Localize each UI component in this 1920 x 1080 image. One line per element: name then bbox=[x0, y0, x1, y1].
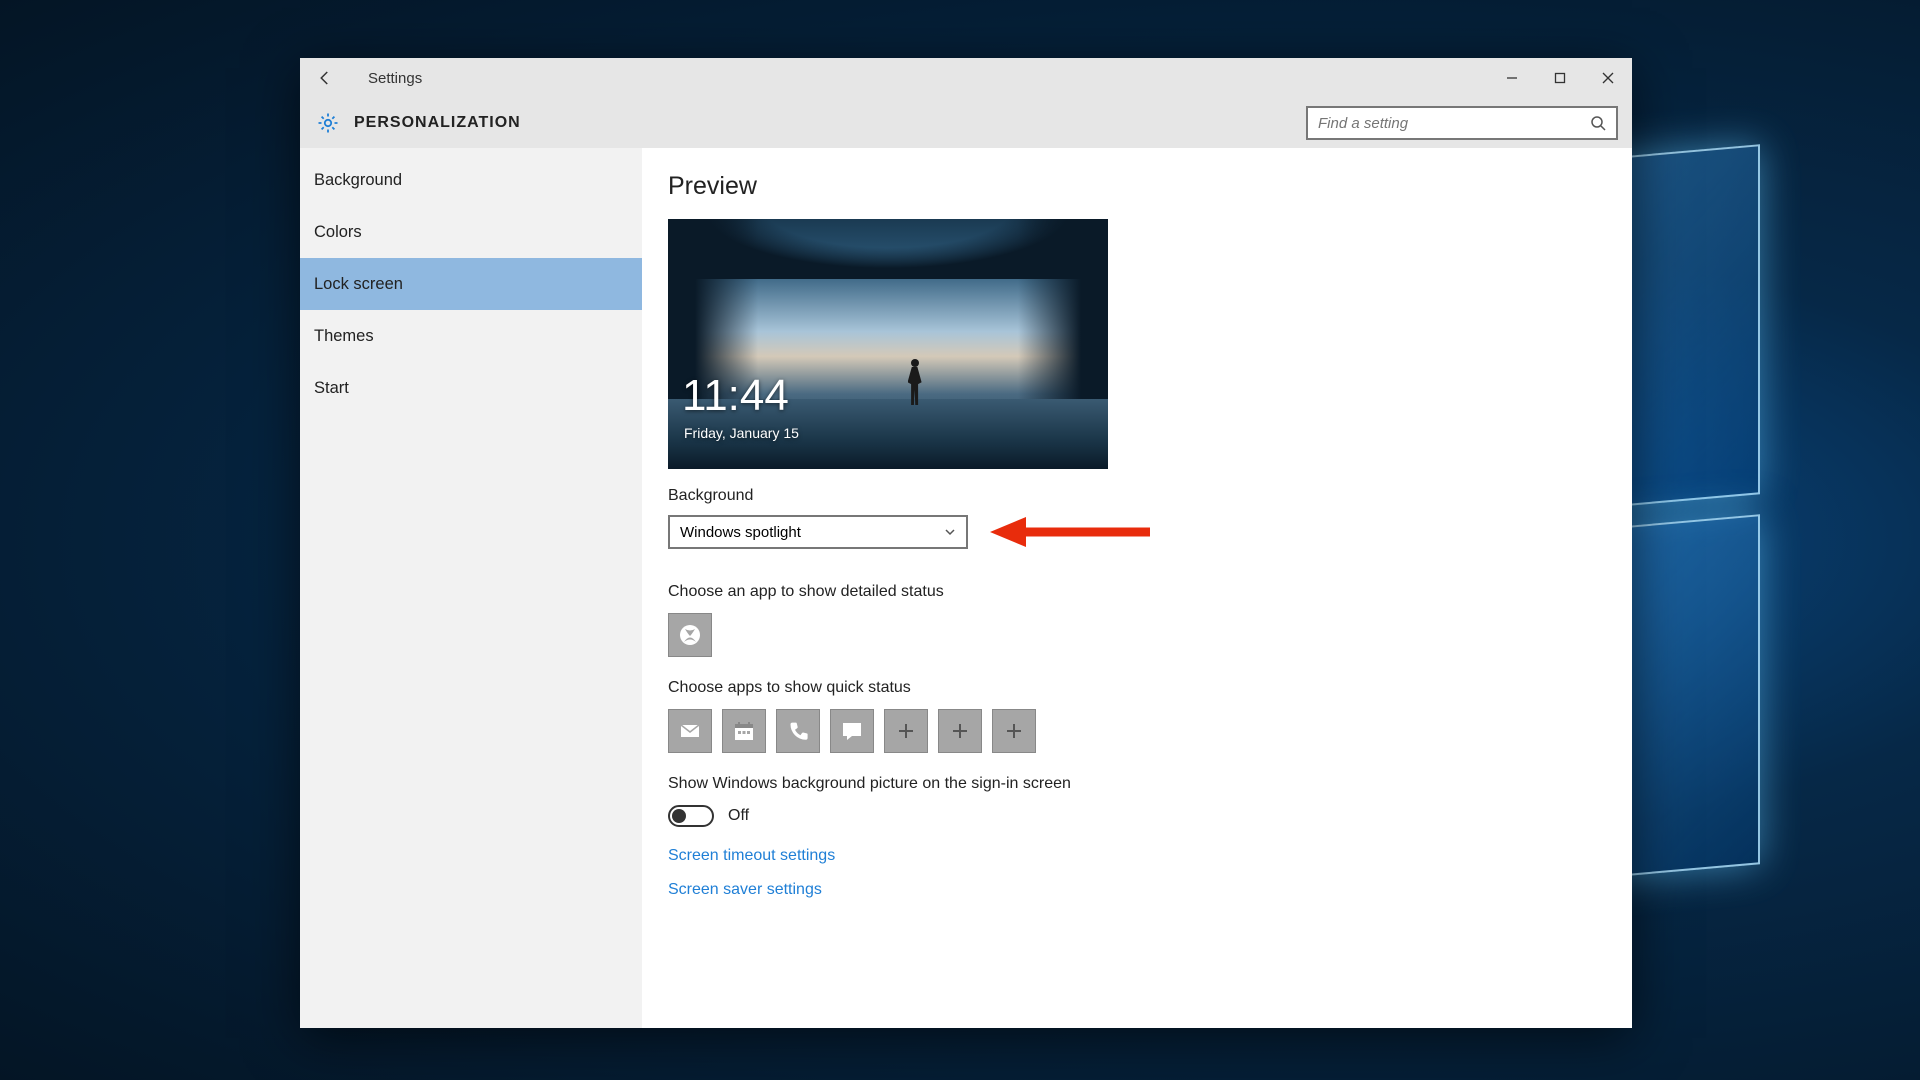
settings-window: Settings PERSONALIZATION Background Co bbox=[300, 58, 1632, 1028]
detailed-status-label: Choose an app to show detailed status bbox=[668, 583, 1606, 601]
sidebar-item-label: Themes bbox=[314, 327, 374, 346]
quick-status-app-calendar[interactable] bbox=[722, 709, 766, 753]
minimize-button[interactable] bbox=[1488, 58, 1536, 98]
calendar-icon bbox=[732, 719, 756, 743]
page-title: PERSONALIZATION bbox=[354, 114, 521, 132]
search-icon bbox=[1590, 115, 1606, 131]
gear-icon bbox=[316, 111, 340, 135]
quick-status-app-phone[interactable] bbox=[776, 709, 820, 753]
link-screen-saver[interactable]: Screen saver settings bbox=[668, 881, 1606, 899]
body: Background Colors Lock screen Themes Sta… bbox=[300, 148, 1632, 1028]
signin-bg-label: Show Windows background picture on the s… bbox=[668, 775, 1606, 793]
sidebar-item-lock-screen[interactable]: Lock screen bbox=[300, 258, 642, 310]
quick-status-app-messaging[interactable] bbox=[830, 709, 874, 753]
sidebar-item-colors[interactable]: Colors bbox=[300, 206, 642, 258]
plus-icon bbox=[1002, 719, 1026, 743]
titlebar: Settings bbox=[300, 58, 1632, 98]
close-icon bbox=[1602, 72, 1614, 84]
link-screen-timeout[interactable]: Screen timeout settings bbox=[668, 847, 1606, 865]
preview-time: 11:44 bbox=[682, 371, 789, 421]
search-input[interactable] bbox=[1318, 115, 1590, 132]
background-label: Background bbox=[668, 487, 1606, 505]
plus-icon bbox=[894, 719, 918, 743]
signin-bg-toggle-row: Off bbox=[668, 805, 1606, 827]
maximize-icon bbox=[1554, 72, 1566, 84]
sidebar-item-background[interactable]: Background bbox=[300, 154, 642, 206]
detailed-status-row bbox=[668, 613, 1606, 657]
annotation-arrow-icon bbox=[990, 514, 1150, 550]
messaging-icon bbox=[840, 719, 864, 743]
search-box[interactable] bbox=[1306, 106, 1618, 140]
quick-status-app-mail[interactable] bbox=[668, 709, 712, 753]
quick-status-add-slot[interactable] bbox=[938, 709, 982, 753]
chevron-down-icon bbox=[944, 526, 956, 538]
sidebar-item-label: Colors bbox=[314, 223, 362, 242]
quick-status-add-slot[interactable] bbox=[884, 709, 928, 753]
sidebar-item-start[interactable]: Start bbox=[300, 362, 642, 414]
header-bar: PERSONALIZATION bbox=[300, 98, 1632, 148]
window-controls bbox=[1488, 58, 1632, 98]
preview-date: Friday, January 15 bbox=[684, 425, 799, 441]
quick-status-add-slot[interactable] bbox=[992, 709, 1036, 753]
minimize-icon bbox=[1506, 72, 1518, 84]
sidebar-item-themes[interactable]: Themes bbox=[300, 310, 642, 362]
app-title: Settings bbox=[368, 70, 422, 87]
plus-icon bbox=[948, 719, 972, 743]
back-arrow-icon bbox=[316, 69, 334, 87]
preview-heading: Preview bbox=[668, 172, 1606, 201]
maximize-button[interactable] bbox=[1536, 58, 1584, 98]
sidebar: Background Colors Lock screen Themes Sta… bbox=[300, 148, 642, 1028]
mail-icon bbox=[678, 719, 702, 743]
back-button[interactable] bbox=[300, 58, 350, 98]
background-dropdown[interactable]: Windows spotlight bbox=[668, 515, 968, 549]
preview-person-silhouette bbox=[906, 359, 924, 409]
sidebar-item-label: Lock screen bbox=[314, 275, 403, 294]
detailed-status-app-xbox[interactable] bbox=[668, 613, 712, 657]
toggle-state-label: Off bbox=[728, 807, 749, 825]
sidebar-item-label: Start bbox=[314, 379, 349, 398]
quick-status-row bbox=[668, 709, 1606, 753]
phone-icon bbox=[786, 719, 810, 743]
lock-screen-preview: 11:44 Friday, January 15 bbox=[668, 219, 1108, 469]
dropdown-value: Windows spotlight bbox=[680, 524, 801, 541]
content-area: Preview 11:44 Friday, January 15 Backgro… bbox=[642, 148, 1632, 1028]
signin-bg-toggle[interactable] bbox=[668, 805, 714, 827]
quick-status-label: Choose apps to show quick status bbox=[668, 679, 1606, 697]
close-button[interactable] bbox=[1584, 58, 1632, 98]
xbox-icon bbox=[678, 623, 702, 647]
sidebar-item-label: Background bbox=[314, 171, 402, 190]
